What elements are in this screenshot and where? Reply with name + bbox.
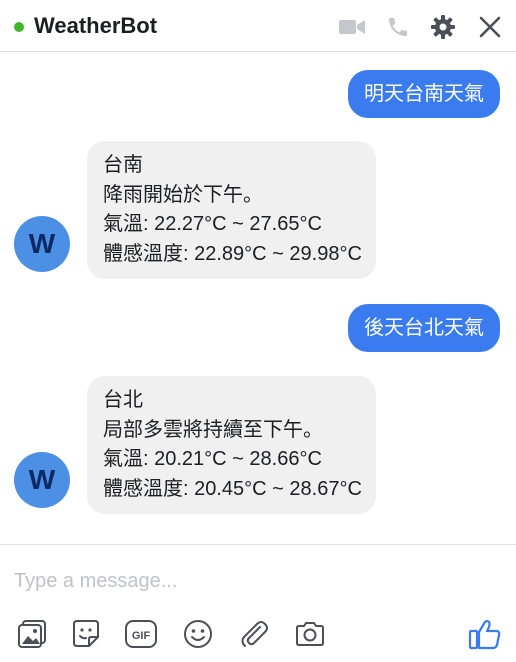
message-line: 降雨開始於下午。 bbox=[103, 183, 263, 206]
gear-icon[interactable] bbox=[430, 14, 456, 40]
bot-message: 台南 降雨開始於下午。 氣溫: 22.27°C ~ 27.65°C 體感溫度: … bbox=[87, 141, 376, 279]
close-icon[interactable] bbox=[477, 14, 503, 40]
camera-icon[interactable] bbox=[293, 617, 327, 651]
message-input[interactable] bbox=[14, 563, 494, 599]
outgoing-message: 後天台北天氣 bbox=[348, 304, 500, 352]
chat-title: WeatherBot bbox=[34, 13, 158, 38]
sticker-icon[interactable] bbox=[69, 617, 103, 651]
message-line: 台南 bbox=[103, 154, 143, 176]
avatar: W bbox=[14, 452, 70, 508]
chat-header: WeatherBot bbox=[0, 0, 516, 52]
attachment-icon[interactable] bbox=[237, 617, 271, 651]
message-line: 體感溫度: 20.45°C ~ 28.67°C bbox=[103, 477, 362, 500]
outgoing-message: 明天台南天氣 bbox=[348, 70, 500, 118]
bot-message: 台北 局部多雲將持續至下午。 氣溫: 20.21°C ~ 28.66°C 體感溫… bbox=[87, 376, 376, 514]
avatar: W bbox=[14, 216, 70, 272]
image-icon[interactable] bbox=[15, 617, 49, 651]
message-line: 體感溫度: 22.89°C ~ 29.98°C bbox=[103, 242, 362, 265]
like-icon[interactable] bbox=[468, 617, 502, 651]
gif-label: GIF bbox=[132, 630, 151, 642]
phone-icon[interactable] bbox=[385, 14, 411, 40]
message-line: 氣溫: 22.27°C ~ 27.65°C bbox=[103, 213, 322, 235]
message-line: 氣溫: 20.21°C ~ 28.66°C bbox=[103, 448, 322, 470]
gif-icon[interactable]: GIF bbox=[124, 617, 158, 651]
message-line: 局部多雲將持續至下午。 bbox=[103, 418, 323, 441]
message-line: 台北 bbox=[103, 389, 143, 411]
emoji-icon[interactable] bbox=[181, 617, 215, 651]
video-call-icon[interactable] bbox=[339, 14, 365, 40]
online-status-dot bbox=[14, 22, 24, 32]
composer-divider bbox=[0, 544, 516, 545]
